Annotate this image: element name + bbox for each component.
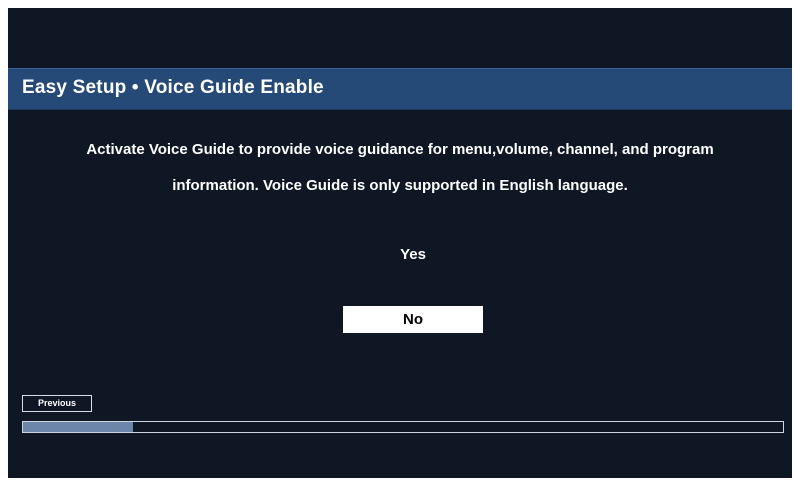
tv-screen: Easy Setup • Voice Guide Enable Activate… bbox=[8, 8, 792, 478]
setup-progress-bar bbox=[22, 421, 784, 433]
no-option[interactable]: No bbox=[343, 306, 483, 333]
page-title: Easy Setup • Voice Guide Enable bbox=[22, 77, 324, 98]
title-bar: Easy Setup • Voice Guide Enable bbox=[8, 68, 792, 110]
previous-button[interactable]: Previous bbox=[22, 395, 92, 412]
setup-progress-fill bbox=[23, 422, 134, 432]
yes-option[interactable]: Yes bbox=[343, 242, 483, 268]
voice-guide-description: Activate Voice Guide to provide voice gu… bbox=[86, 141, 714, 194]
